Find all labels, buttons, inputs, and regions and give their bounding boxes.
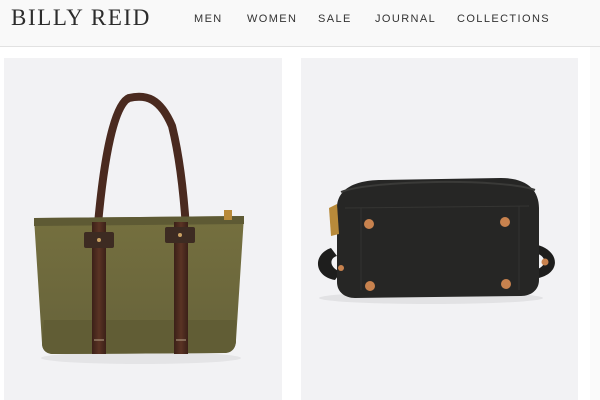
nav-item-women[interactable]: WOMEN [247, 13, 297, 25]
main-nav: MEN WOMEN SALE JOURNAL COLLECTIONS [0, 0, 600, 46]
product-card-dopp-kit[interactable] [301, 58, 578, 400]
product-grid [0, 47, 600, 400]
nav-item-journal[interactable]: JOURNAL [375, 13, 436, 25]
dopp-kit-image [317, 178, 555, 304]
nav-item-collections[interactable]: COLLECTIONS [457, 13, 550, 25]
tote-bag-image [34, 92, 244, 364]
product-card-tote-bag[interactable] [4, 58, 282, 400]
page-edge [590, 47, 600, 400]
nav-item-men[interactable]: MEN [194, 13, 223, 25]
nav-item-sale[interactable]: SALE [318, 13, 352, 25]
site-header: BILLY REID MEN WOMEN SALE JOURNAL COLLEC… [0, 0, 600, 47]
